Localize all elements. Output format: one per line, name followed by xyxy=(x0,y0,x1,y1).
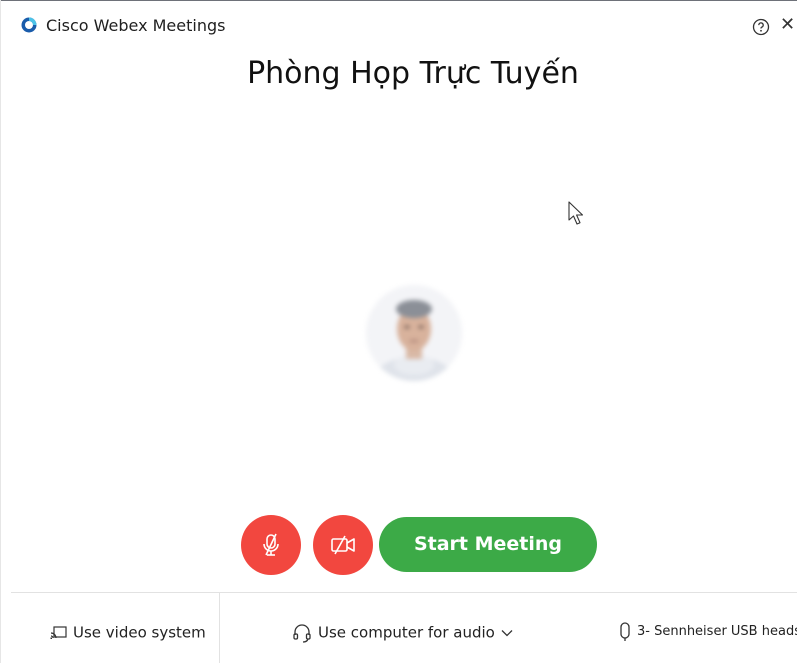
audio-connection-dropdown[interactable]: Use computer for audio xyxy=(292,621,513,643)
mute-button[interactable] xyxy=(241,515,301,575)
use-video-system-label: Use video system xyxy=(73,623,206,642)
help-circle-icon[interactable] xyxy=(752,18,770,36)
close-icon[interactable]: ✕ xyxy=(780,16,797,34)
stop-video-button[interactable] xyxy=(313,515,373,575)
meeting-title: Phòng Họp Trực Tuyến xyxy=(247,56,579,91)
microphone-select[interactable]: 3- Sennheiser USB headse xyxy=(619,621,797,643)
video-off-icon xyxy=(331,535,355,555)
avatar xyxy=(366,285,462,381)
chevron-down-icon xyxy=(501,629,513,636)
window-left-border xyxy=(0,0,11,663)
microphone-icon xyxy=(620,622,630,641)
headset-icon xyxy=(293,623,311,643)
cast-screen-icon xyxy=(50,625,67,639)
bottom-bar-divider xyxy=(219,592,220,663)
app-title: Cisco Webex Meetings xyxy=(46,16,226,35)
start-meeting-button[interactable]: Start Meeting xyxy=(379,517,597,572)
webex-logo-icon xyxy=(21,17,37,33)
microphone-label: 3- Sennheiser USB headse xyxy=(637,624,797,639)
mouse-pointer-icon xyxy=(568,201,584,225)
microphone-muted-icon xyxy=(263,533,279,556)
avatar-photo xyxy=(366,285,462,381)
webex-window: Cisco Webex Meetings ✕ Phòng Họp Trực Tu… xyxy=(0,0,797,663)
title-bar: Cisco Webex Meetings ✕ xyxy=(0,5,797,41)
audio-connection-label: Use computer for audio xyxy=(318,623,495,642)
use-video-system-button[interactable]: Use video system xyxy=(50,621,206,643)
